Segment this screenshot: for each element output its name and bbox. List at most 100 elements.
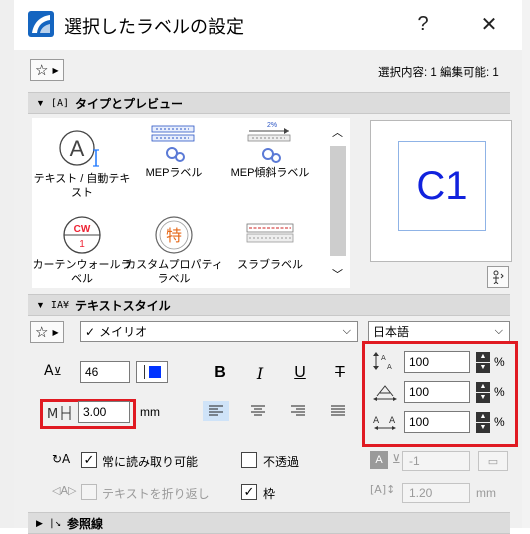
- align-right-button[interactable]: [285, 401, 311, 421]
- frame-width-field[interactable]: 3.00: [78, 401, 130, 423]
- section-text-style-label: テキストスタイル: [74, 298, 171, 313]
- list-item-label: カスタムプロパティラベル: [125, 259, 223, 285]
- list-item-mep-label[interactable]: MEPラベル: [124, 120, 224, 180]
- list-item-curtain-wall-label[interactable]: CW 1 カーテンウォールラベル: [32, 212, 132, 286]
- selection-info: 選択内容: 1 編集可能: 1: [378, 67, 499, 79]
- underline-button[interactable]: U: [289, 362, 311, 384]
- section-reference-line-label: 参照線: [66, 516, 103, 531]
- frame-offset-field[interactable]: 1.20: [402, 483, 470, 503]
- strikethrough-button[interactable]: T: [329, 362, 351, 384]
- favorites-button[interactable]: ☆ ▶: [30, 59, 64, 81]
- list-scrollbar[interactable]: ︿ ﹀: [328, 122, 348, 284]
- char-spacing-field[interactable]: 100: [404, 411, 470, 433]
- section-type-preview[interactable]: ▼ [A] タイプとプレビュー: [28, 92, 510, 114]
- section-type-preview-label: タイプとプレビュー: [74, 96, 183, 111]
- check-icon: ✓: [83, 452, 95, 467]
- pen-color-button[interactable]: [136, 361, 168, 383]
- align-justify-button[interactable]: [325, 401, 351, 421]
- align-left-button[interactable]: [203, 401, 229, 421]
- frame-checkbox[interactable]: ✓: [241, 484, 257, 500]
- char-spacing-spinner[interactable]: ▲ ▼: [476, 411, 490, 433]
- char-spacing-icon: AA: [372, 412, 398, 432]
- archicad-app-icon: [28, 11, 54, 37]
- arrow-right-icon: ▶: [52, 327, 59, 337]
- text-wrap-icon: ◁A▷: [52, 484, 77, 497]
- frame-width-unit: mm: [140, 405, 160, 419]
- reference-line-icon: |↘: [48, 517, 61, 529]
- list-item-label: MEPラベル: [145, 167, 203, 179]
- star-icon: ☆: [35, 62, 49, 79]
- svg-text:M: M: [47, 407, 58, 422]
- preview-text: C1: [398, 141, 486, 231]
- list-item-mep-slope-label[interactable]: 2% MEP傾斜ラベル: [220, 120, 320, 180]
- pen-color-swatch: [148, 366, 161, 378]
- font-size-icon: A⊻: [44, 363, 62, 379]
- line-spacing-field[interactable]: 100: [404, 351, 470, 373]
- list-item-slab-label[interactable]: スラブラベル: [220, 212, 320, 272]
- slab-label-icon: [220, 212, 320, 258]
- align-right-icon: [291, 405, 305, 416]
- spin-up-icon[interactable]: ▲: [476, 351, 490, 362]
- preview-options-button[interactable]: [487, 266, 509, 288]
- label-preview: C1: [370, 120, 512, 262]
- svg-text:2%: 2%: [267, 122, 277, 129]
- always-readable-checkbox[interactable]: ✓: [81, 452, 97, 468]
- pen-icon: ⊻: [392, 452, 401, 466]
- align-center-icon: [251, 405, 265, 416]
- percent-label: %: [494, 415, 505, 429]
- scrollbar-thumb[interactable]: [330, 146, 346, 256]
- svg-text:A: A: [373, 416, 380, 426]
- width-factor-field[interactable]: 100: [404, 381, 470, 403]
- svg-text:A: A: [70, 136, 85, 161]
- chevron-down-icon: ⌵: [494, 325, 503, 337]
- section-reference-line[interactable]: ▶ |↘ 参照線: [28, 512, 510, 534]
- pen-divider: [143, 365, 145, 379]
- language-select[interactable]: 日本語 ⌵: [368, 321, 510, 342]
- star-icon: ☆: [35, 324, 49, 341]
- frame-label: 枠: [263, 487, 276, 501]
- help-button[interactable]: ?: [400, 0, 446, 48]
- line-spacing-icon: AA: [372, 351, 398, 371]
- list-item-label: スラブラベル: [237, 259, 303, 271]
- auto-text-icon: A: [32, 126, 132, 172]
- align-center-button[interactable]: [245, 401, 271, 421]
- svg-text:特: 特: [166, 226, 182, 245]
- pen-number-field[interactable]: -1: [402, 451, 470, 471]
- close-button[interactable]: ✕: [466, 0, 512, 48]
- font-size-field[interactable]: 46: [80, 361, 130, 383]
- italic-button[interactable]: I: [249, 362, 271, 384]
- scroll-up-icon[interactable]: ︿: [332, 124, 343, 140]
- opaque-checkbox[interactable]: [241, 452, 257, 468]
- section-text-style[interactable]: ▼ IA¥ テキストスタイル: [28, 294, 510, 316]
- curtain-wall-label-icon: CW 1: [32, 212, 132, 258]
- scroll-down-icon[interactable]: ﹀: [332, 266, 343, 282]
- width-factor-icon: [372, 382, 398, 402]
- svg-text:A: A: [381, 354, 386, 362]
- line-spacing-spinner[interactable]: ▲ ▼: [476, 351, 490, 373]
- list-item-custom-property-label[interactable]: 特 カスタムプロパティラベル: [124, 212, 224, 286]
- spin-down-icon[interactable]: ▼: [476, 362, 490, 373]
- width-factor-spinner[interactable]: ▲ ▼: [476, 381, 490, 403]
- bold-button[interactable]: B: [209, 362, 231, 384]
- font-favorites-button[interactable]: ☆ ▶: [30, 321, 64, 343]
- check-icon: ✓: [243, 484, 255, 499]
- font-select[interactable]: ✓ メイリオ ⌵: [80, 321, 358, 342]
- align-justify-icon: [331, 405, 345, 416]
- wrap-text-checkbox[interactable]: [81, 484, 97, 500]
- list-item-auto-text[interactable]: A テキスト / 自動テキスト: [32, 126, 132, 200]
- list-item-label: テキスト / 自動テキスト: [33, 173, 131, 199]
- frame-offset-icon: [A]↕: [370, 483, 396, 496]
- opaque-label: 不透過: [263, 455, 300, 469]
- spin-down-icon[interactable]: ▼: [476, 422, 490, 433]
- chevron-down-icon: ⌵: [342, 325, 351, 337]
- svg-text:A: A: [387, 363, 392, 371]
- pen-picker-button[interactable]: ▭: [478, 451, 508, 471]
- spin-up-icon[interactable]: ▲: [476, 411, 490, 422]
- font-check-icon: ✓: [85, 324, 96, 339]
- spin-down-icon[interactable]: ▼: [476, 392, 490, 403]
- spin-up-icon[interactable]: ▲: [476, 381, 490, 392]
- frame-offset-unit: mm: [476, 486, 496, 500]
- background-window-right: [522, 0, 530, 528]
- percent-label: %: [494, 385, 505, 399]
- list-item-label: カーテンウォールラベル: [32, 259, 132, 285]
